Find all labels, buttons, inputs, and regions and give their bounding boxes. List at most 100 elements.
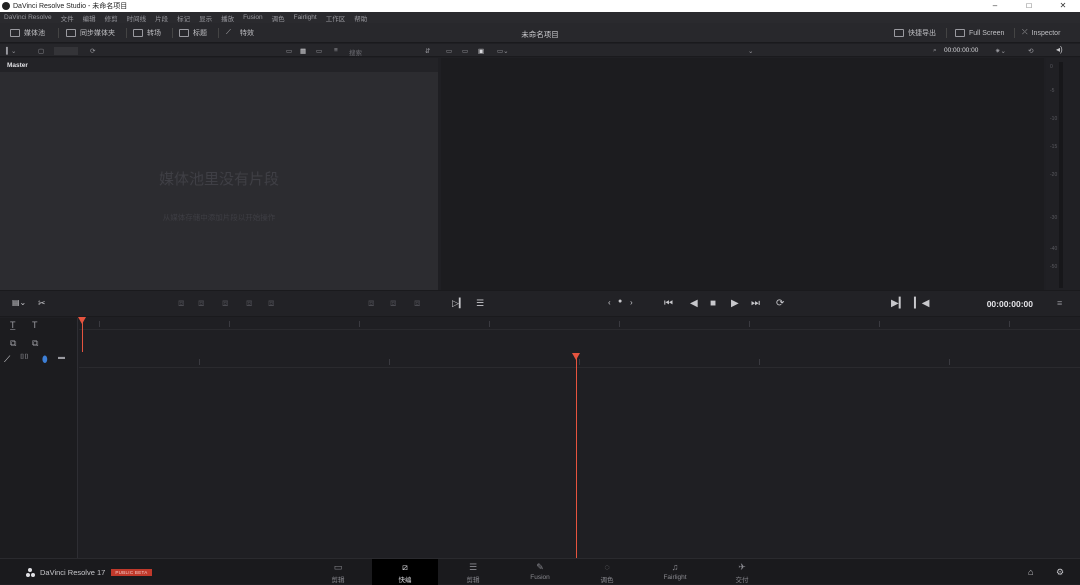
main-toolbar: 媒体池 同步媒体夹 转场 标题 ⟋ 特效 未命名项目 快捷导出 Full Scr…: [0, 23, 1080, 43]
sync-icon[interactable]: ⟳: [90, 47, 95, 55]
bin-selector[interactable]: [54, 47, 78, 55]
app-brand: DaVinci Resolve 17 PUBLIC BETA: [26, 568, 152, 577]
match-frame-icon[interactable]: ▷▎: [452, 298, 466, 309]
page-tab-label: Fairlight: [663, 574, 687, 581]
master-bin-tab[interactable]: Master: [0, 58, 438, 72]
link-icon[interactable]: ⌷⌷: [20, 354, 28, 362]
inspector-button[interactable]: ⤫ Inspector: [1022, 27, 1060, 39]
play-reverse-icon[interactable]: ◀: [690, 298, 698, 309]
lock-icon[interactable]: ⬮: [42, 354, 48, 365]
thumbnail-view-icon[interactable]: ▦: [300, 47, 306, 55]
page-tab-media[interactable]: ▭ 剪辑: [305, 559, 371, 585]
ripple-icon[interactable]: ⧈: [368, 298, 374, 309]
go-to-end-icon[interactable]: ⏭: [751, 298, 760, 309]
menu-fairlight[interactable]: Fairlight: [294, 14, 317, 21]
list-view-icon[interactable]: ≡: [334, 47, 338, 54]
split-tool-icon[interactable]: ⧉: [32, 338, 38, 349]
layer-tool-icon[interactable]: ⧉: [10, 338, 16, 349]
audio-waveform-icon[interactable]: ☰: [476, 298, 484, 309]
lower-playhead[interactable]: [576, 355, 577, 558]
menu-help[interactable]: 帮助: [354, 13, 367, 23]
viewer-mode-icon[interactable]: ▭: [446, 47, 452, 55]
quick-export-button[interactable]: 快捷导出: [894, 27, 936, 39]
snap-icon[interactable]: ⟋: [4, 354, 10, 365]
menu-clip[interactable]: 片段: [155, 13, 168, 23]
go-to-start-icon[interactable]: ⏮: [664, 298, 673, 309]
speaker-icon[interactable]: ◂): [1056, 45, 1068, 55]
full-screen-button[interactable]: Full Screen: [955, 27, 1004, 39]
maximize-button[interactable]: □: [1012, 0, 1046, 12]
track-height-icon[interactable]: ▬: [58, 354, 65, 361]
page-tab-cut[interactable]: ⧄ 快编: [372, 559, 438, 585]
page-tab-fairlight[interactable]: ♫ Fairlight: [642, 559, 708, 585]
menu-file[interactable]: 文件: [61, 13, 74, 23]
replace-clip-icon[interactable]: ⧈: [222, 298, 228, 309]
timeline-tools-column: T̲ T ⧉ ⧉ ⟋ ⌷⌷ ⬮ ▬: [0, 318, 78, 558]
stop-icon[interactable]: ■: [710, 298, 716, 309]
menu-trim[interactable]: 修剪: [105, 13, 118, 23]
meter-label: -10: [1050, 116, 1058, 122]
play-icon[interactable]: ▶: [731, 298, 739, 309]
sort-icon[interactable]: ⇵: [425, 47, 430, 55]
viewer-options-icon[interactable]: ▭⌄: [497, 47, 509, 55]
audio-meter: 0 -5 -10 -15 -20 -30 -40 -50: [1046, 58, 1080, 290]
menu-playback[interactable]: 播放: [221, 13, 234, 23]
viewer-single-icon[interactable]: ▣: [478, 47, 484, 55]
menu-color[interactable]: 调色: [272, 13, 285, 23]
meter-label: -50: [1050, 264, 1058, 270]
place-on-top-icon[interactable]: ⧈: [246, 298, 252, 309]
upper-timeline-ruler[interactable]: [79, 318, 1080, 330]
menu-fusion[interactable]: Fusion: [243, 14, 263, 21]
zoom-icon[interactable]: ⌕: [933, 47, 937, 55]
window-title: DaVinci Resolve Studio - 未命名项目: [13, 3, 128, 10]
mark-in-icon[interactable]: ▶▎: [891, 298, 906, 309]
text-tool-icon[interactable]: T̲: [10, 320, 16, 330]
loop-icon[interactable]: ⟲: [1028, 47, 1033, 55]
settings-gear-icon[interactable]: ⚙: [1056, 567, 1064, 578]
insert-clip-icon[interactable]: ⧈: [178, 298, 184, 309]
append-clip-icon[interactable]: ⧈: [268, 298, 274, 309]
timeline-menu-icon[interactable]: ≡: [1057, 298, 1062, 308]
close-gap-icon[interactable]: ⧈: [390, 298, 396, 309]
page-tab-color[interactable]: ◌ 调色: [574, 559, 640, 585]
menu-edit[interactable]: 编辑: [83, 13, 96, 23]
overwrite-clip-icon[interactable]: ⧈: [198, 298, 204, 309]
page-tab-deliver[interactable]: ✈ 交付: [709, 559, 775, 585]
menu-view[interactable]: 显示: [199, 13, 212, 23]
page-tab-edit[interactable]: ☰ 剪辑: [440, 559, 506, 585]
minimize-button[interactable]: –: [978, 0, 1012, 12]
viewer-layout-icon[interactable]: ▭: [462, 47, 468, 55]
source-viewer[interactable]: [441, 58, 1044, 290]
jog-right-icon[interactable]: ›: [630, 298, 633, 307]
upper-playhead-handle[interactable]: [78, 317, 86, 324]
menu-timeline[interactable]: 时间线: [127, 13, 147, 23]
loop-playback-icon[interactable]: ⟳: [776, 298, 784, 309]
metadata-view-icon[interactable]: ▭: [286, 47, 292, 55]
page-tab-fusion[interactable]: ✎ Fusion: [507, 559, 573, 585]
lower-playhead-handle[interactable]: [572, 353, 580, 360]
bin-list-icon[interactable]: ▢: [38, 47, 44, 55]
title-tool-icon[interactable]: T: [32, 320, 38, 330]
jog-left-icon[interactable]: ‹: [608, 298, 611, 307]
close-button[interactable]: ✕: [1046, 0, 1080, 12]
meter-label: -15: [1050, 144, 1058, 150]
menu-davinci[interactable]: DaVinci Resolve: [4, 14, 52, 21]
scissors-icon[interactable]: ✂: [38, 298, 46, 309]
fairlight-page-icon: ♫: [671, 562, 679, 572]
jog-center-icon[interactable]: ●: [618, 298, 622, 305]
viewer-dropdown-chevron-icon[interactable]: ⌄: [748, 47, 753, 55]
menu-mark[interactable]: 标记: [177, 13, 190, 23]
mark-out-icon[interactable]: ▎◀: [914, 298, 929, 309]
menu-workspace[interactable]: 工作区: [326, 13, 346, 23]
resolve-logo-icon: [26, 568, 35, 577]
filmstrip-view-icon[interactable]: ▭: [316, 47, 322, 55]
source-overwrite-icon[interactable]: ⧈: [414, 298, 420, 309]
meter-bar: [1059, 62, 1063, 288]
meter-label: -30: [1050, 215, 1058, 221]
panel-toggle-icon[interactable]: ▍⌄: [6, 47, 16, 55]
media-pool-panel[interactable]: Master 媒体池里没有片段 从媒体存储中添加片段以开始操作: [0, 58, 438, 290]
viewer-settings-icon[interactable]: ✷⌄: [995, 47, 1006, 55]
search-input[interactable]: 搜索: [349, 47, 419, 57]
home-icon[interactable]: ⌂: [1028, 567, 1033, 577]
timeline-options-icon[interactable]: ▤⌄: [12, 298, 26, 307]
